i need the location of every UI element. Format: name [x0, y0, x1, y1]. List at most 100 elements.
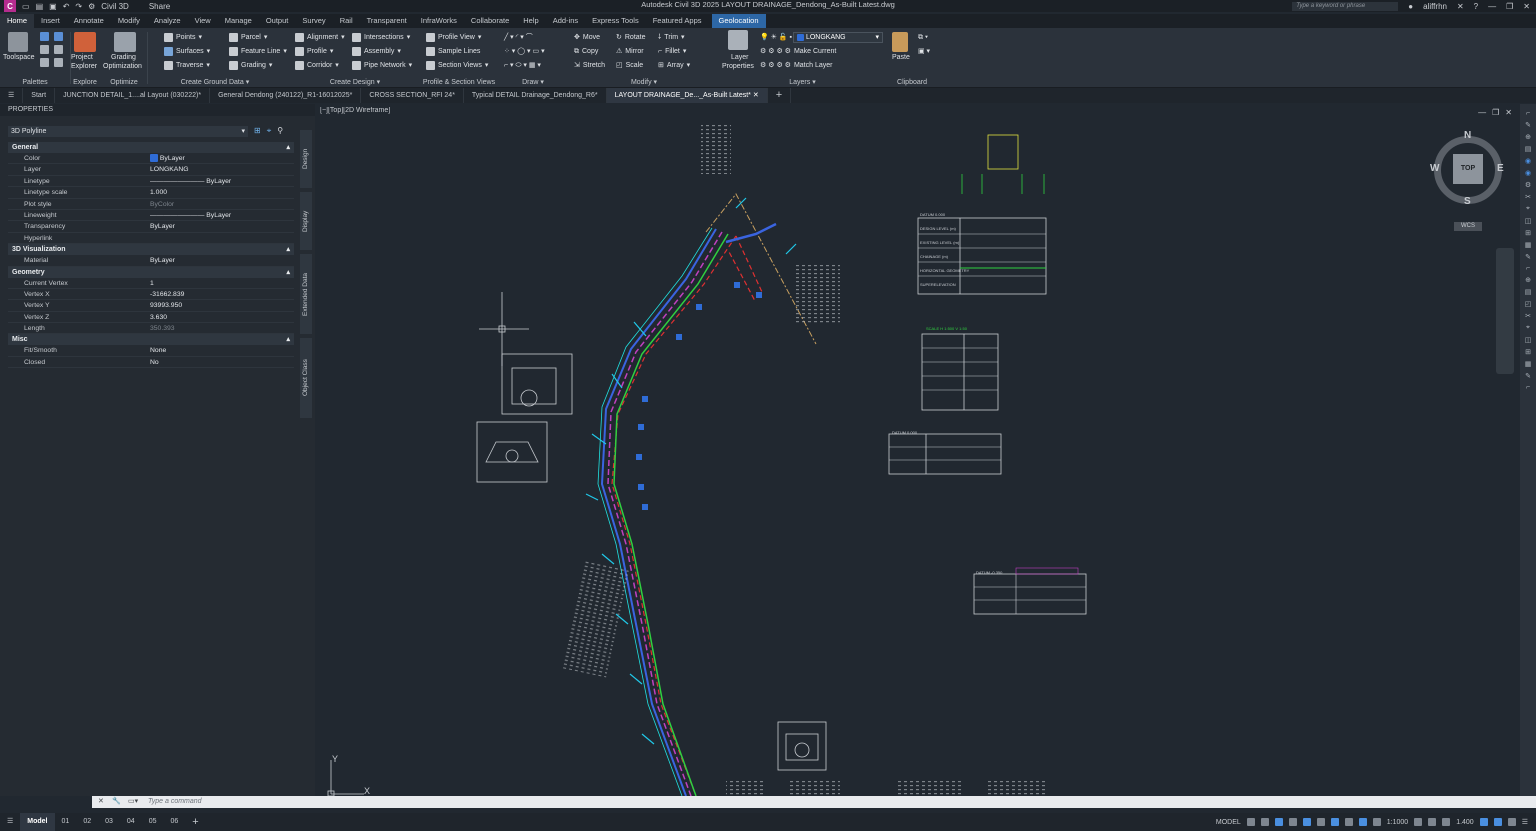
grading-button[interactable]: Grading ▾	[229, 60, 272, 71]
clean-screen-icon[interactable]	[1507, 818, 1516, 826]
sample-lines-button[interactable]: Sample Lines	[426, 46, 480, 57]
side-tab-display[interactable]: Display	[300, 192, 312, 250]
tool-icon-7[interactable]: ⚙	[1525, 181, 1531, 189]
prop-row-vertex-z[interactable]: Vertex Z 3.630	[8, 312, 294, 324]
grading-optimization-icon[interactable]	[114, 32, 136, 52]
layout-tab-model[interactable]: Model	[20, 813, 55, 831]
viewcube[interactable]: TOP N S W E WCS	[1430, 130, 1506, 231]
intersections-button[interactable]: Intersections ▾	[352, 32, 410, 43]
add-layout-icon[interactable]: +	[185, 813, 205, 831]
prop-row-fit-smooth[interactable]: Fit/Smooth None	[8, 345, 294, 357]
line-tool-icon[interactable]: ╱ ▾ ◜ ▾ ⌒	[504, 32, 533, 43]
maximize-icon[interactable]: ❐	[1506, 2, 1513, 11]
tool-icon-6[interactable]: ◉	[1525, 169, 1531, 177]
units-icon[interactable]	[1442, 818, 1451, 826]
tool-icon-5[interactable]: ◉	[1525, 157, 1531, 165]
tab-manage[interactable]: Manage	[218, 14, 259, 28]
paste-icon[interactable]	[892, 32, 908, 52]
layout-tab-03[interactable]: 03	[98, 813, 120, 831]
drawing-canvas[interactable]: DATUM 0.000 DESIGN LEVEL (m) EXISTING LE…	[316, 104, 1520, 796]
move-button[interactable]: ✥ Move	[574, 32, 600, 43]
category-misc[interactable]: Misc ▴	[8, 334, 294, 346]
command-close-icon[interactable]: ✕	[98, 796, 104, 808]
tab-transparent[interactable]: Transparent	[360, 14, 414, 28]
assembly-button[interactable]: Assembly ▾	[352, 46, 401, 57]
tool-icon-17[interactable]: ◰	[1525, 300, 1532, 308]
tool-icon-18[interactable]: ✂	[1525, 312, 1531, 320]
prop-row-vertex-x[interactable]: Vertex X -31662.839	[8, 289, 294, 301]
help-icon[interactable]: ?	[1474, 2, 1478, 11]
palette-icon-2[interactable]	[54, 32, 63, 41]
otrack-icon[interactable]	[1316, 818, 1325, 826]
tool-icon-24[interactable]: ⌐	[1526, 384, 1530, 391]
tool-icon-4[interactable]: ▤	[1525, 145, 1532, 153]
tab-insert[interactable]: Insert	[34, 14, 67, 28]
polar-icon[interactable]	[1288, 818, 1297, 826]
palette-icon-6[interactable]	[54, 58, 63, 67]
user-name[interactable]: aliffrhn	[1423, 2, 1447, 11]
close-icon[interactable]: ✕	[1523, 2, 1530, 11]
tool-icon-8[interactable]: ✂	[1525, 193, 1531, 201]
corridor-button[interactable]: Corridor ▾	[295, 60, 339, 71]
stretch-button[interactable]: ⇲ Stretch	[574, 60, 605, 71]
tab-featured-apps[interactable]: Featured Apps	[646, 14, 709, 28]
doc-tab-junction-detail[interactable]: JUNCTION DETAIL_1....al Layout (030222)*	[55, 88, 211, 103]
palette-icon-3[interactable]	[40, 45, 49, 54]
category-3d-visualization[interactable]: 3D Visualization ▴	[8, 244, 294, 256]
rotate-button[interactable]: ↻ Rotate	[616, 32, 646, 43]
annotation-visibility-icon[interactable]	[1372, 818, 1381, 826]
tab-view[interactable]: View	[188, 14, 218, 28]
layout-tab-01[interactable]: 01	[55, 813, 77, 831]
modify-label[interactable]: Modify ▾	[570, 78, 718, 86]
toolspace-icon[interactable]	[8, 32, 28, 52]
viewcube-north[interactable]: N	[1464, 130, 1471, 141]
tab-rail[interactable]: Rail	[333, 14, 360, 28]
section-views-button[interactable]: Section Views ▾	[426, 60, 488, 71]
tool-icon-19[interactable]: ⌖	[1526, 324, 1530, 332]
object-type-dropdown[interactable]: 3D Polyline ▾	[8, 126, 248, 137]
command-customize-icon[interactable]: 🔧	[112, 796, 121, 808]
tool-icon-20[interactable]: ◫	[1525, 336, 1532, 344]
layout-tab-04[interactable]: 04	[120, 813, 142, 831]
doc-tab-general-dendong[interactable]: General Dendong (240122)_R1-16012025*	[210, 88, 362, 103]
ellipse-tool-icon[interactable]: ⌐ ▾ ⬭ ▾ ▦ ▾	[504, 60, 541, 71]
layout-menu-icon[interactable]: ☰	[0, 813, 20, 831]
side-tab-design[interactable]: Design	[300, 130, 312, 188]
tab-modify[interactable]: Modify	[111, 14, 147, 28]
search-input[interactable]: Type a keyword or phrase	[1292, 1, 1399, 11]
quick-select-icon[interactable]: ⚲	[277, 126, 283, 136]
prop-row-closed[interactable]: Closed No	[8, 357, 294, 369]
palettes-label[interactable]: Palettes	[0, 79, 70, 86]
layout-tab-06[interactable]: 06	[164, 813, 186, 831]
lineweight-value[interactable]: 1.400	[1456, 819, 1474, 826]
viewport-label[interactable]: [−][Top][2D Wireframe]	[320, 107, 390, 114]
prop-row-lineweight[interactable]: Lineweight ———————— ByLayer	[8, 210, 294, 222]
viewcube-south[interactable]: S	[1464, 196, 1471, 207]
feature-line-button[interactable]: Feature Line ▾	[229, 46, 287, 57]
tool-icon-2[interactable]: ✎	[1525, 121, 1531, 129]
parcel-button[interactable]: Parcel ▾	[229, 32, 267, 43]
tool-icon-16[interactable]: ▤	[1525, 288, 1532, 296]
tool-icon-14[interactable]: ⌐	[1526, 265, 1530, 272]
palette-icon-4[interactable]	[54, 45, 63, 54]
category-general[interactable]: General ▴	[8, 142, 294, 153]
command-input[interactable]: Type a command	[148, 796, 202, 808]
doc-tab-typical-detail[interactable]: Typical DETAIL Drainage_Dendong_R6*	[464, 88, 607, 103]
tool-icon-23[interactable]: ✎	[1525, 372, 1531, 380]
circle-tool-icon[interactable]: ⁘ ▾ ◯ ▾ ▭ ▾	[504, 46, 545, 57]
annotation-monitor-icon[interactable]	[1428, 818, 1437, 826]
ucs-menu[interactable]: WCS	[1454, 222, 1482, 231]
tab-add-ins[interactable]: Add-ins	[546, 14, 585, 28]
prop-row-current-vertex[interactable]: Current Vertex 1	[8, 278, 294, 289]
minimize-icon[interactable]: —	[1488, 2, 1496, 11]
doc-tab-cross-section[interactable]: CROSS SECTION_RFI 24*	[361, 88, 464, 103]
tool-icon-3[interactable]: ⊕	[1525, 133, 1531, 141]
workspace-gear-icon[interactable]	[1414, 818, 1423, 826]
make-current-button[interactable]: ⚙ ⚙ ⚙ ⚙ Make Current	[760, 46, 836, 57]
project-explorer-icon[interactable]	[74, 32, 96, 52]
scale-button[interactable]: ◰ Scale	[616, 60, 643, 71]
select-objects-icon[interactable]: ⌖	[267, 126, 272, 136]
customization-icon[interactable]: ☰	[1522, 818, 1528, 826]
layer-dropdown[interactable]: LONGKANG ▾	[793, 32, 883, 43]
tab-geolocation[interactable]: Geolocation	[711, 14, 766, 28]
